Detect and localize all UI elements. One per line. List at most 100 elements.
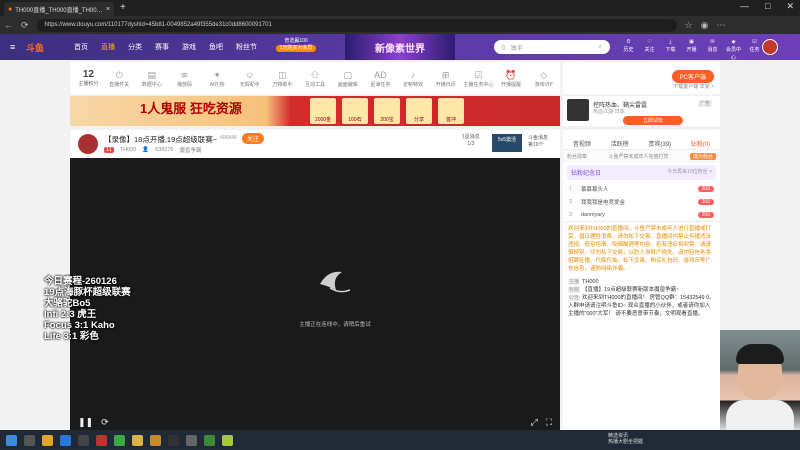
maximize-button[interactable]: □: [765, 1, 770, 12]
fans-anniversary[interactable]: 钻粉纪念日 今日再来10位粉丝 >: [567, 165, 716, 180]
app-icon[interactable]: [168, 434, 179, 446]
extensions-icon[interactable]: ☆: [685, 20, 693, 31]
terminal-icon[interactable]: [78, 434, 89, 446]
rank-row[interactable]: 3 danniyary 300: [563, 208, 720, 221]
tab-audio[interactable]: 音视频: [573, 139, 591, 149]
nav-home[interactable]: 首页: [74, 42, 88, 52]
profile-icon[interactable]: ◉: [701, 20, 709, 31]
become-fan-button[interactable]: 成为粉丝: [689, 153, 716, 160]
pc-client-button[interactable]: PC客户端: [671, 70, 714, 83]
tool-interaction[interactable]: ⚇ 互动工具: [299, 69, 332, 88]
folder-icon[interactable]: [132, 434, 143, 446]
tool-stream-code[interactable]: ≋ 播放码: [168, 69, 201, 88]
download-button[interactable]: ⤓ 下载: [662, 38, 679, 62]
gift-box-icon: ⊞: [441, 69, 450, 80]
promo-line-2: 1元购买大会员: [276, 45, 316, 52]
tool-helper[interactable]: ◫ 万物助手: [266, 69, 299, 88]
follow-button[interactable]: ♡ 关注: [641, 38, 658, 62]
tool-effects[interactable]: ♪ 定制特效: [397, 69, 430, 88]
tool-ai-gift[interactable]: ✦ AI礼物: [201, 69, 234, 88]
close-button[interactable]: ✕: [786, 1, 794, 12]
pause-icon[interactable]: ❚❚: [78, 417, 93, 428]
nav-fan-festival[interactable]: 粉丝节: [236, 42, 257, 52]
user-avatar[interactable]: [762, 39, 778, 55]
chrome-icon[interactable]: [114, 434, 125, 446]
pk-badge[interactable]: 5v5激活: [492, 134, 522, 152]
side-ad[interactable]: 控阵热血、鞘尖雷霆 热血江湖·日本 广告 立即试玩: [563, 96, 720, 126]
app-icon[interactable]: [222, 434, 233, 446]
app-icon[interactable]: [204, 434, 215, 446]
header-banner[interactable]: 新像素世界: [345, 34, 455, 60]
hot-box[interactable]: 斗鱼消息 第10个: [528, 135, 548, 149]
rank-box[interactable]: 1星消息 1/3: [462, 134, 480, 148]
game-icon[interactable]: [150, 434, 161, 446]
url-field[interactable]: https://www.douyu.com/110177dyshid=45b81…: [36, 18, 677, 32]
tool-screen-edit[interactable]: ▢ 画面编辑: [331, 69, 364, 88]
start-icon[interactable]: [6, 434, 17, 446]
tab-active-rank[interactable]: 活跃榜: [611, 139, 629, 149]
minimize-button[interactable]: —: [740, 1, 749, 12]
search-icon[interactable]: [24, 434, 35, 446]
message-text: TH000: [582, 279, 599, 285]
browser-tab[interactable]: ● TH000直播_TH000直播_TH000哔 ×: [4, 2, 114, 16]
download-icon: ⤓: [669, 39, 672, 45]
video-player[interactable]: 主播正在连线中，请稍后重试 ❚❚ ⟳ ⤢ ⛶: [70, 158, 560, 430]
try-now-button[interactable]: 立即试玩: [623, 116, 684, 125]
vip-button[interactable]: ◆ 会员中心: [725, 38, 742, 62]
tool-live-switch[interactable]: ⏻ 直播开关: [103, 69, 136, 88]
web-fullscreen-icon[interactable]: ⤢: [530, 417, 537, 428]
gift-icon: ✦: [213, 69, 221, 80]
nav-games[interactable]: 游戏: [182, 42, 196, 52]
history-button[interactable]: ⏱ 历史: [620, 38, 637, 62]
edge-icon[interactable]: [60, 434, 71, 446]
category-link[interactable]: 魔兽争霸: [179, 146, 201, 154]
close-tab-icon[interactable]: ×: [106, 6, 110, 13]
search-icon[interactable]: ⌕: [599, 44, 602, 51]
streamer-avatar[interactable]: [78, 134, 98, 154]
back-icon[interactable]: ←: [4, 20, 13, 30]
streamer-name[interactable]: TH000: [120, 147, 137, 153]
tab-vip[interactable]: 贵宾(39): [648, 139, 671, 149]
nav-events[interactable]: 赛事: [155, 42, 169, 52]
explorer-icon[interactable]: [42, 434, 53, 446]
app-icon[interactable]: [186, 434, 197, 446]
overlay-line: Infi 2:3 虎王: [44, 309, 97, 320]
tool-assistant[interactable]: ☺ 无瑕助手: [233, 69, 266, 88]
vip-promo[interactable]: 普选赢100 1元购买大会员: [276, 38, 316, 52]
douyu-logo[interactable]: 斗鱼: [26, 41, 66, 54]
fans-hint: 粉丝勋章: [567, 154, 588, 160]
tool-label: 定制特效: [403, 81, 424, 88]
tool-star-task[interactable]: AD 星海任务: [364, 69, 397, 88]
app-icon[interactable]: [96, 434, 107, 446]
messages-button[interactable]: ✉ 消息: [704, 38, 721, 62]
room-id: 406848: [220, 135, 237, 141]
nav-live[interactable]: 直播: [101, 42, 115, 52]
menu-icon[interactable]: ⋯: [716, 20, 725, 31]
nav-category[interactable]: 分类: [128, 42, 142, 52]
tool-game-vip[interactable]: ◇ 游戏VIP: [527, 69, 560, 88]
tool-task-center[interactable]: ☑ 主播任务中心: [462, 69, 495, 88]
follow-button[interactable]: 关注: [242, 133, 265, 144]
message-text: 【直播】19点超级联赛新版本魔兽争霸~: [582, 287, 680, 293]
tool-calendar[interactable]: ⊞ 开播日历: [429, 69, 462, 88]
tool-data-center[interactable]: ▤ 数据中心: [135, 69, 168, 88]
fullscreen-icon[interactable]: ⛶: [546, 417, 552, 428]
news-widget[interactable]: 精选资讯 热播大剧全把握: [608, 433, 643, 445]
refresh-icon[interactable]: ⟳: [21, 20, 29, 31]
level-box[interactable]: 12 主播积分: [74, 69, 103, 87]
nav-yuba[interactable]: 鱼吧: [209, 42, 223, 52]
game-ad-banner[interactable]: 1人鬼服 狂吃资源 2000金 100石 200宝 分享 首冲: [70, 96, 560, 126]
rank-row[interactable]: 2 我我我是电竞爱金 300: [563, 195, 720, 208]
search-input[interactable]: 0 · 独伞 ⌕: [494, 40, 610, 54]
new-tab-button[interactable]: +: [120, 2, 126, 13]
tool-reminder[interactable]: ⏰ 开播提醒: [495, 69, 528, 88]
tab-diamond-fans[interactable]: 钻粉(0): [691, 139, 710, 149]
pc-client-sub[interactable]: 下载客户端 享受 >: [673, 83, 714, 90]
refresh-icon[interactable]: ⟳: [101, 417, 109, 428]
history-label: 历史: [623, 47, 634, 53]
side-ad-sub: 热血江湖·日本: [593, 109, 625, 115]
hamburger-icon[interactable]: ≡: [10, 42, 15, 52]
start-live-button[interactable]: ▣ 开播: [683, 38, 700, 62]
rank-row[interactable]: 1 慕慕慕头人 300: [563, 182, 720, 195]
tasks-button[interactable]: ☑ 任务: [746, 38, 763, 62]
